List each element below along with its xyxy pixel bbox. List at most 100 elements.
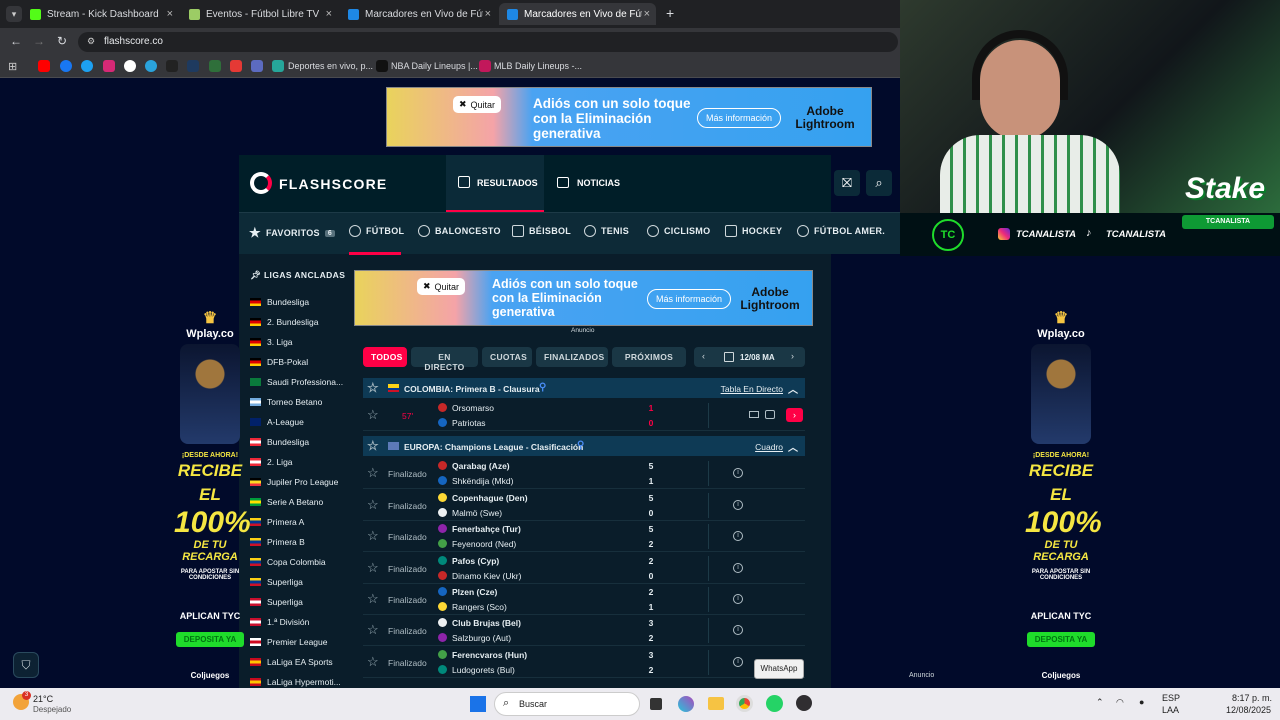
site-bookmark-icon[interactable] [166, 60, 178, 72]
close-tab-icon[interactable]: × [485, 8, 491, 20]
group-link[interactable]: Cuadro [755, 442, 783, 452]
sidebar-league-item[interactable]: 2. Bundesliga [250, 317, 319, 327]
tv-icon[interactable] [749, 411, 759, 418]
sidebar-league-item[interactable]: Primera A [250, 517, 304, 527]
ad-cta-button[interactable]: Más información [647, 289, 732, 309]
remove-ad-button[interactable]: ✖ Quitar [453, 96, 502, 113]
file-explorer-icon[interactable] [708, 697, 724, 710]
star-icon[interactable]: ☆ [367, 497, 379, 513]
sport-favorites[interactable]: ★ FAVORITOS 6 [249, 225, 336, 241]
match-row[interactable]: ☆ Finalizado Qarabag (Aze) Shkëndija (Mkd) 5… [363, 458, 805, 490]
temperature[interactable]: 21°C [33, 694, 53, 704]
deposit-button[interactable]: DEPOSITA YA [175, 632, 245, 647]
sidebar-league-item[interactable]: Superliga [250, 597, 303, 607]
youtube-bookmark-icon[interactable] [38, 60, 50, 72]
back-arrow-icon[interactable]: ← [10, 34, 22, 48]
site-bookmark-icon[interactable] [376, 60, 388, 72]
match-row[interactable]: ☆ 57' Orsomarso Patriotas 1 0 › [363, 400, 805, 431]
league-group-header[interactable]: ☆ EUROPA: Champions League - Clasificació… [363, 436, 805, 457]
sidebar-league-item[interactable]: Superliga [250, 577, 303, 587]
google-bookmark-icon[interactable] [124, 60, 136, 72]
live-arrow-button[interactable]: › [786, 408, 803, 422]
close-tab-icon[interactable]: × [644, 8, 650, 20]
browser-tab[interactable]: Marcadores en Vivo de Fútbol,× [340, 3, 497, 25]
task-view-icon[interactable] [650, 698, 662, 710]
right-side-ad[interactable]: ♛ Wplay.co ¡DESDE AHORA! RECIBE EL 100% D… [1025, 308, 1102, 680]
left-side-ad[interactable]: ♛ Wplay.co ¡DESDE AHORA! RECIBE EL 100% D… [174, 308, 251, 680]
wifi-icon[interactable]: ◠ [1116, 697, 1124, 708]
match-info-icon[interactable]: i [733, 594, 743, 604]
gift-button[interactable]: ⛝ [834, 170, 860, 196]
match-info-icon[interactable]: i [733, 468, 743, 479]
search-button[interactable]: ⌕ [866, 170, 892, 196]
star-icon[interactable]: ☆ [367, 407, 379, 423]
sidebar-league-item[interactable]: Jupiler Pro League [250, 477, 338, 487]
sidebar-league-item[interactable]: DFB-Pokal [250, 357, 308, 367]
match-row[interactable]: ☆ Finalizado Plzen (Cze) Rangers (Sco) 2 1 i [363, 584, 805, 615]
star-icon[interactable]: ☆ [367, 654, 379, 670]
start-windows-icon[interactable] [470, 696, 486, 712]
filter-tab[interactable]: TODOS [363, 347, 407, 367]
sport-futbol[interactable]: FÚTBOL [349, 225, 404, 237]
league-group-header[interactable]: ☆ COLOMBIA: Primera B - Clausura ⚲ Tabla En… [363, 378, 805, 398]
site-bookmark-icon[interactable] [251, 60, 263, 72]
reload-icon[interactable]: ↻ [57, 34, 67, 48]
sport-baloncesto[interactable]: BALONCESTO [418, 225, 501, 237]
sport-futbol-americano[interactable]: FÚTBOL AMER. [797, 225, 885, 237]
language-top[interactable]: ESP [1162, 693, 1180, 703]
prev-day-arrow-icon[interactable]: ‹ [702, 351, 705, 361]
shield-button[interactable]: ⛉ [13, 652, 39, 678]
ad-cta-button[interactable]: Más información [697, 108, 782, 128]
star-icon[interactable]: ☆ [367, 560, 379, 576]
sidebar-league-item[interactable]: Premier League [250, 637, 327, 647]
sidebar-league-item[interactable]: 2. Liga [250, 457, 293, 467]
date-picker[interactable]: ‹ 12/08 MA › [694, 347, 805, 367]
collapse-chevron-icon[interactable]: ︿ [788, 439, 798, 454]
whatsapp-icon[interactable] [766, 695, 783, 712]
close-tab-icon[interactable]: × [326, 8, 332, 20]
star-icon[interactable]: ☆ [367, 591, 379, 607]
group-link[interactable]: Tabla En Directo [721, 384, 783, 394]
system-clock-time[interactable]: 8:17 p. m. [1232, 693, 1272, 703]
instagram-bookmark-icon[interactable] [103, 60, 115, 72]
sport-beisbol[interactable]: BÉISBOL [512, 225, 571, 237]
nav-news[interactable]: NOTICIAS [577, 178, 620, 188]
sport-hockey[interactable]: HOCKEY [725, 225, 782, 237]
match-row[interactable]: ☆ Finalizado Pafos (Cyp) Dinamo Kiev (Ukr) 2… [363, 552, 805, 584]
bookmark-mlb[interactable]: MLB Daily Lineups -... [494, 61, 582, 71]
copilot-icon[interactable] [678, 696, 694, 712]
star-icon[interactable]: ☆ [367, 438, 379, 454]
star-icon[interactable]: ☆ [367, 622, 379, 638]
sidebar-league-item[interactable]: A-League [250, 417, 304, 427]
match-info-icon[interactable]: i [733, 562, 743, 573]
site-bookmark-icon[interactable] [209, 60, 221, 72]
sport-tenis[interactable]: TENIS [584, 225, 629, 237]
facebook-bookmark-icon[interactable] [60, 60, 72, 72]
tab-search-button[interactable]: ▾ [6, 6, 22, 22]
apps-grid-icon[interactable]: ⊞ [8, 60, 17, 73]
site-bookmark-icon[interactable] [272, 60, 284, 72]
sidebar-league-item[interactable]: Bundesliga [250, 437, 309, 447]
taskbar-search[interactable]: ⌕ Buscar [494, 692, 640, 716]
telegram-bookmark-icon[interactable] [145, 60, 157, 72]
close-tab-icon[interactable]: × [167, 8, 173, 20]
filter-tab[interactable]: FINALIZADOS [536, 347, 608, 367]
sidebar-league-item[interactable]: LaLiga Hypermoti... [250, 677, 341, 687]
bookmark-nba[interactable]: NBA Daily Lineups |... [391, 61, 478, 71]
match-row[interactable]: ☆ Finalizado Fenerbahçe (Tur) Feyenoord (Ne… [363, 521, 805, 553]
bookmark-deportes[interactable]: Deportes en vivo, p... [288, 61, 373, 71]
sport-ciclismo[interactable]: CICLISMO [647, 225, 710, 237]
news-icon[interactable] [557, 177, 569, 188]
forward-arrow-icon[interactable]: → [33, 34, 45, 48]
tray-chevron-icon[interactable]: ⌃ [1096, 697, 1104, 708]
filter-tab[interactable]: CUOTAS [482, 347, 532, 367]
match-row[interactable]: ☆ Finalizado Club Brujas (Bel) Salzburgo (A… [363, 615, 805, 647]
sidebar-league-item[interactable]: LaLiga EA Sports [250, 657, 333, 667]
twitter-bookmark-icon[interactable] [81, 60, 93, 72]
site-bookmark-icon[interactable] [230, 60, 242, 72]
system-clock-date[interactable]: 12/08/2025 [1226, 705, 1271, 715]
sidebar-league-item[interactable]: Saudi Professiona... [250, 377, 343, 387]
url-bar[interactable]: ⚙ flashscore.co [78, 32, 898, 52]
new-tab-button[interactable]: + [666, 5, 674, 21]
nav-results[interactable]: RESULTADOS [446, 155, 544, 212]
